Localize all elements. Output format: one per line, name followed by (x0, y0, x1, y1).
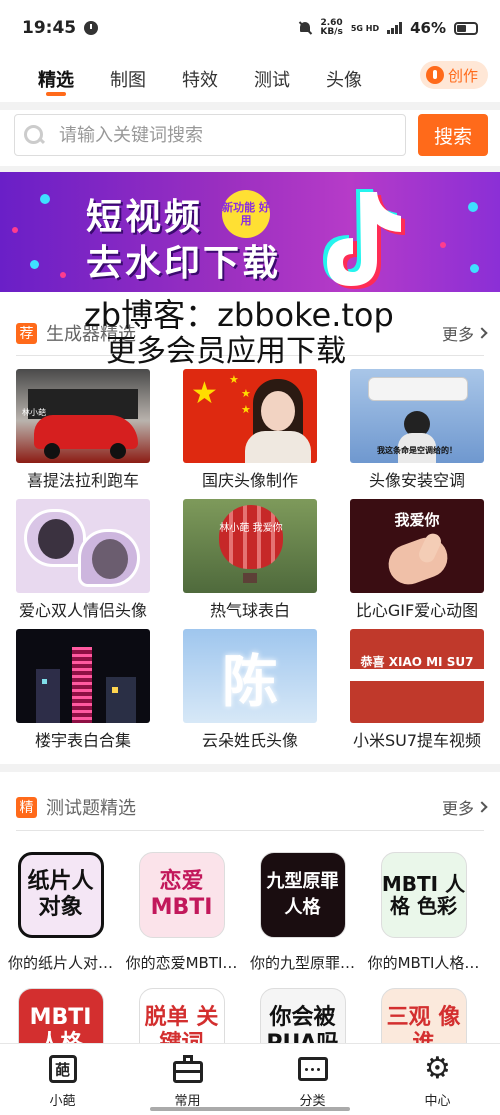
card-label: 国庆头像制作 (201, 471, 298, 490)
status-bar: 19:45 2.60 KB/s 5G HD 46% (0, 0, 500, 56)
banner-new-badge: 新功能 好用 (222, 190, 270, 238)
toolbox-icon (172, 1054, 203, 1084)
tab-tests[interactable]: 测试 (254, 56, 290, 102)
nav-center[interactable]: ⚙ 中心 (375, 1044, 500, 1115)
network-type: 5G HD (350, 23, 380, 33)
quiz-label: 你的MBTI人格… (367, 954, 480, 972)
quiz-icon: 九型原罪 人格 (259, 852, 346, 938)
lightbulb-icon (425, 66, 444, 84)
card-label: 爱心双人情侣头像 (18, 601, 147, 620)
status-time: 19:45 (22, 18, 77, 38)
quiz-label: 你的恋爱MBTI… (125, 954, 238, 972)
card-label: 小米SU7提车视频 (352, 731, 482, 750)
pa-logo-icon: 葩 (48, 1054, 78, 1084)
quiz-card[interactable]: 纸片人 对象 你的纸片人对… (0, 852, 121, 973)
generator-card[interactable]: 楼宇表白合集 (16, 629, 150, 759)
divider (0, 764, 500, 772)
heart-couple-avatar-image (16, 499, 150, 593)
battery-percent: 46% (410, 19, 446, 37)
gear-icon: ⚙ (424, 1051, 451, 1086)
app-screen: 19:45 2.60 KB/s 5G HD 46% 精选 制图 特效 测试 头像… (0, 0, 500, 1115)
generator-card[interactable]: 我这条命是空调给的！ 头像安装空调 (350, 369, 484, 499)
divider (16, 830, 484, 831)
nav-home[interactable]: 葩 小葩 (0, 1044, 125, 1115)
mute-bell-icon (298, 21, 312, 35)
create-button[interactable]: 创作 (419, 61, 488, 89)
generator-card[interactable]: 恭喜 XIAO MI SU7 小米SU7提车视频 (350, 629, 484, 759)
signal-icon (387, 22, 403, 34)
quizzes-title: 测试题精选 (46, 798, 136, 819)
finger-heart-image: 我爱你 (350, 499, 484, 593)
tab-featured[interactable]: 精选 (38, 56, 74, 102)
more-label: 更多 (441, 799, 474, 818)
more-label: 更多 (441, 325, 474, 344)
card-label: 喜提法拉利跑车 (26, 471, 139, 490)
recommend-badge: 荐 (16, 322, 37, 344)
search-icon (23, 124, 45, 146)
quizzes-header: 精 测试题精选 更多 (16, 792, 488, 822)
xiaomi-su7-image: 恭喜 XIAO MI SU7 (350, 629, 484, 723)
net-speed-unit: KB/s (320, 27, 343, 37)
quiz-card[interactable]: MBTI 人格 色彩 你的MBTI人格… (363, 852, 484, 973)
generator-card[interactable]: 爱心双人情侣头像 (16, 499, 150, 629)
china-flag-portrait-image: ★ ★ ★ ★ (183, 369, 317, 463)
nav-category[interactable]: 分类 (250, 1044, 375, 1115)
tab-avatars[interactable]: 头像 (326, 56, 362, 102)
watermark-line2: 更多会员应用下载 (106, 334, 346, 369)
card-label: 比心GIF爱心动图 (355, 601, 479, 620)
chevron-right-icon (476, 327, 488, 339)
generator-card[interactable]: ★ ★ ★ ★ 国庆头像制作 (183, 369, 317, 499)
nav-label: 小葩 (49, 1094, 76, 1109)
home-indicator[interactable] (150, 1107, 350, 1111)
quiz-label: 你的纸片人对… (7, 954, 113, 972)
quiz-card[interactable]: 九型原罪 人格 你的九型原罪… (242, 852, 363, 973)
generator-card[interactable]: 林小葩 喜提法拉利跑车 (16, 369, 150, 499)
card-label: 云朵姓氏头像 (201, 731, 298, 750)
generator-card[interactable]: 林小葩 我爱你 热气球表白 (183, 499, 317, 629)
card-label: 热气球表白 (209, 601, 290, 620)
tab-effects[interactable]: 特效 (182, 56, 218, 102)
chevron-right-icon (476, 801, 488, 813)
card-label: 楼宇表白合集 (34, 731, 131, 750)
nav-label: 中心 (424, 1094, 451, 1109)
quiz-row: 纸片人 对象 你的纸片人对… 恋爱 MBTI 你的恋爱MBTI… 九型原罪 人格… (0, 852, 500, 973)
search-input[interactable] (59, 124, 359, 146)
banner-title-line2: 去水印下载 (86, 243, 282, 284)
ferrari-showroom-image: 林小葩 (16, 369, 150, 463)
quizzes-more-link[interactable]: 更多 (441, 795, 488, 819)
banner-title-line1: 短视频 (86, 197, 204, 238)
featured-badge: 精 (16, 796, 37, 818)
search-field[interactable] (14, 114, 406, 156)
quiz-icon: 纸片人 对象 (17, 852, 104, 938)
generator-card[interactable]: 我爱你 比心GIF爱心动图 (350, 499, 484, 629)
building-lights-image (16, 629, 150, 723)
chat-bubble-icon (297, 1054, 328, 1084)
tab-image-maker[interactable]: 制图 (110, 56, 146, 102)
quiz-icon: 恋爱 MBTI (138, 852, 225, 938)
timer-icon (84, 21, 99, 35)
status-right: 2.60 KB/s 5G HD 46% (298, 19, 478, 37)
generator-card[interactable]: 陈 云朵姓氏头像 (183, 629, 317, 759)
cloud-surname-image: 陈 (183, 629, 317, 723)
hot-air-balloon-image: 林小葩 我爱你 (183, 499, 317, 593)
air-conditioner-image: 我这条命是空调给的！ (350, 369, 484, 463)
bottom-nav: 葩 小葩 常用 分类 ⚙ 中心 (0, 1043, 500, 1115)
quiz-card[interactable]: 恋爱 MBTI 你的恋爱MBTI… (121, 852, 242, 973)
create-label: 创作 (447, 66, 478, 85)
divider (0, 102, 500, 110)
nav-common[interactable]: 常用 (125, 1044, 250, 1115)
search-button[interactable]: 搜索 (418, 114, 488, 156)
search-bar: 搜索 (14, 114, 488, 160)
quiz-icon: MBTI 人格 色彩 (380, 852, 467, 938)
quiz-label: 你的九型原罪… (249, 954, 355, 972)
tiktok-logo-icon (323, 189, 405, 289)
net-speed: 2.60 KB/s (320, 19, 342, 37)
promo-banner[interactable]: 短视频 去水印下载 新功能 好用 (0, 172, 500, 292)
card-label: 头像安装空调 (368, 471, 465, 490)
battery-icon (454, 21, 478, 35)
generators-more-link[interactable]: 更多 (441, 321, 488, 345)
generators-grid: 林小葩 喜提法拉利跑车 ★ ★ ★ ★ 国庆头像制作 我这条命是空调给的！ 头像… (16, 369, 486, 759)
